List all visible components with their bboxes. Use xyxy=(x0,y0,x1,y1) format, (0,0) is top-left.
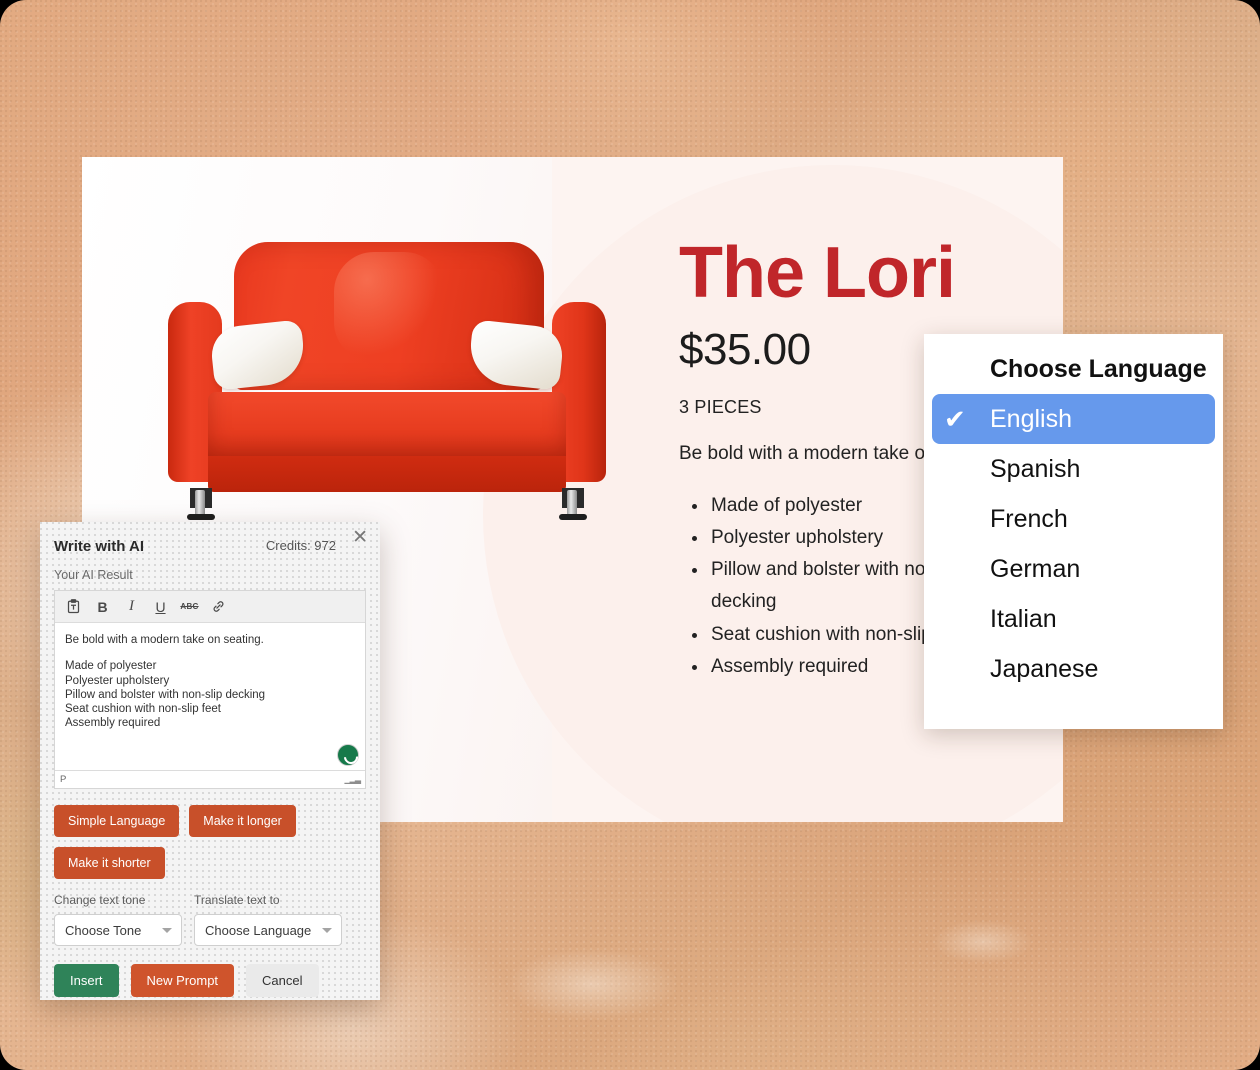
dropdown-header: Choose Language xyxy=(932,344,1215,394)
choose-language-value: Choose Language xyxy=(205,922,312,938)
language-option-japanese[interactable]: Japanese xyxy=(932,644,1215,694)
editor-toolbar: B I U ABC xyxy=(55,591,365,623)
chevron-down-icon xyxy=(322,928,332,933)
strikethrough-icon[interactable]: ABC xyxy=(175,593,204,621)
choose-language-select[interactable]: Choose Language xyxy=(194,914,342,946)
language-option-label: Choose Language xyxy=(990,354,1207,383)
language-option-english[interactable]: ✔ English xyxy=(932,394,1215,444)
choose-tone-select[interactable]: Choose Tone xyxy=(54,914,182,946)
ai-result-text-area[interactable]: Be bold with a modern take on seating. M… xyxy=(55,623,365,770)
ai-result-line: Made of polyester xyxy=(65,660,157,673)
ai-credits-label: Credits: 972 xyxy=(265,538,336,553)
ai-action-pills: Simple Language Make it longer xyxy=(54,805,366,837)
language-select-group: Translate text to Choose Language xyxy=(194,893,342,946)
editor-status-bar: P ▁▂▃ xyxy=(55,770,365,788)
editor-element-path: P xyxy=(60,774,67,785)
check-icon: ✔ xyxy=(944,403,966,434)
new-prompt-button[interactable]: New Prompt xyxy=(130,964,235,997)
italic-icon[interactable]: I xyxy=(117,593,146,621)
chevron-down-icon xyxy=(162,928,172,933)
ai-result-line: Polyester upholstery xyxy=(65,674,170,687)
language-dropdown-menu[interactable]: Choose Language ✔ English Spanish French Germ… xyxy=(924,334,1223,729)
language-select-label: Translate text to xyxy=(194,893,280,907)
tone-select-label: Change text tone xyxy=(54,893,146,907)
sofa-product-image xyxy=(152,242,622,522)
ai-panel-title: Write with AI xyxy=(54,538,144,555)
make-it-shorter-button[interactable]: Make it shorter xyxy=(54,847,165,879)
language-option-label: French xyxy=(990,504,1068,533)
tone-select-group: Change text tone Choose Tone xyxy=(54,893,182,946)
product-title: The Lori xyxy=(679,233,956,313)
ai-result-line: Pillow and bolster with non-slip decking xyxy=(65,688,266,701)
insert-button[interactable]: Insert xyxy=(54,964,119,997)
language-option-italian[interactable]: Italian xyxy=(932,594,1215,644)
underline-icon[interactable]: U xyxy=(146,593,175,621)
ai-select-row: Change text tone Choose Tone Translate t… xyxy=(54,893,366,946)
ai-result-paragraph: Be bold with a modern take on seating. xyxy=(65,634,264,646)
link-icon[interactable] xyxy=(204,593,233,621)
ai-action-pills-row2: Make it shorter xyxy=(54,847,366,879)
make-it-longer-button[interactable]: Make it longer xyxy=(189,805,296,837)
sofa-leg-right xyxy=(558,488,588,520)
language-option-spanish[interactable]: Spanish xyxy=(932,444,1215,494)
language-option-label: Spanish xyxy=(990,454,1081,483)
resize-grip-icon[interactable]: ▁▂▃ xyxy=(345,775,362,784)
ai-result-line: Seat cushion with non-slip feet xyxy=(65,703,221,715)
grammar-check-badge-icon[interactable] xyxy=(337,744,359,766)
language-option-label: Japanese xyxy=(990,654,1099,683)
language-option-label: English xyxy=(990,404,1072,433)
close-icon[interactable]: ✕ xyxy=(352,528,368,547)
sofa-highlight xyxy=(334,252,444,362)
ai-result-editor: B I U ABC Be bold with a modern take on … xyxy=(54,590,366,789)
paste-plain-text-icon[interactable] xyxy=(59,593,88,621)
ai-result-lines: Made of polyester Polyester upholstery Pil… xyxy=(65,659,355,730)
ai-footer-actions: Insert New Prompt Cancel xyxy=(54,964,366,997)
language-option-label: German xyxy=(990,554,1081,583)
sofa-leg-left xyxy=(186,488,216,520)
cancel-button[interactable]: Cancel xyxy=(246,964,319,997)
choose-tone-value: Choose Tone xyxy=(65,922,142,938)
write-with-ai-panel: Write with AI Credits: 972 ✕ Your AI Res… xyxy=(40,522,380,1000)
ai-result-label: Your AI Result xyxy=(54,568,133,582)
language-option-label: Italian xyxy=(990,604,1057,633)
sofa-base-skirt xyxy=(208,456,566,492)
language-option-french[interactable]: French xyxy=(932,494,1215,544)
language-option-german[interactable]: German xyxy=(932,544,1215,594)
screenshot-stage: The Lori $35.00 3 PIECES Be bold with a … xyxy=(0,0,1260,1070)
bold-icon[interactable]: B xyxy=(88,593,117,621)
simple-language-button[interactable]: Simple Language xyxy=(54,805,180,837)
ai-result-line: Assembly required xyxy=(65,717,161,730)
